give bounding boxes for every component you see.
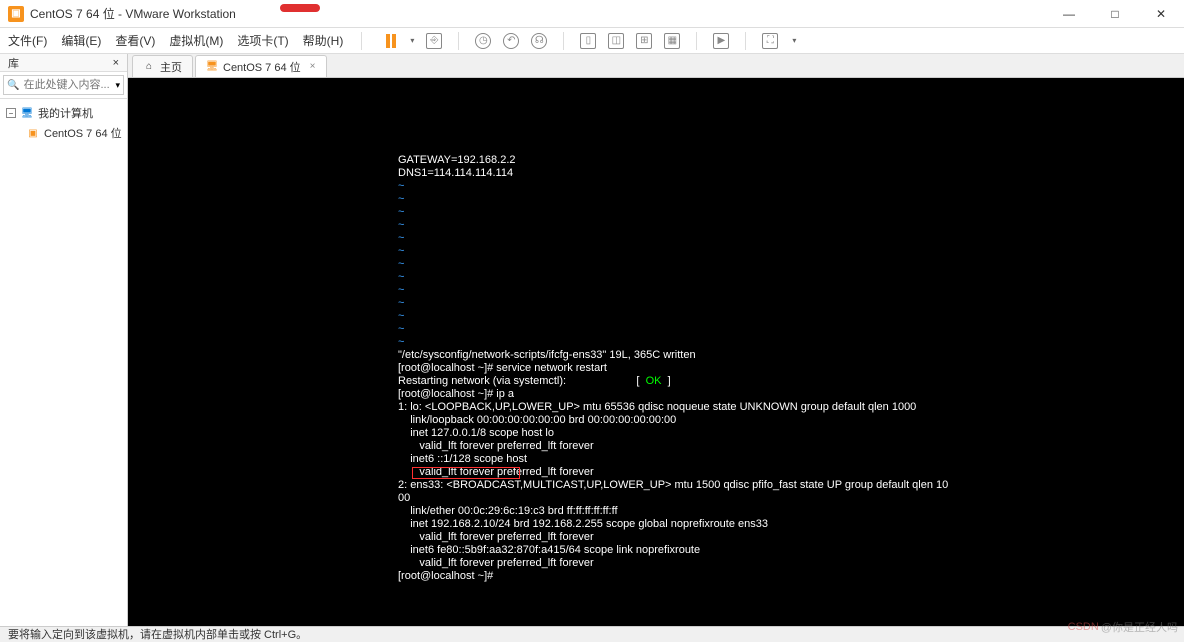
view-grid-icon[interactable]: ⊞ [636, 33, 652, 49]
app-icon: ▣ [8, 6, 24, 22]
watermark-text: @你是正经人吗 [1101, 619, 1178, 635]
computer-icon: 🖥 [20, 106, 34, 120]
search-icon: 🔍 [7, 80, 19, 91]
tab-close-icon[interactable]: × [310, 61, 316, 72]
tab-vm-centos[interactable]: 🖥 CentOS 7 64 位 × [195, 55, 327, 77]
tab-vm-label: CentOS 7 64 位 [223, 59, 301, 75]
tab-bar: ⌂ 主页 🖥 CentOS 7 64 位 × [128, 54, 1184, 78]
menu-file[interactable]: 文件(F) [8, 32, 47, 49]
vm-console[interactable]: GATEWAY=192.168.2.2 DNS1=114.114.114.114… [128, 78, 1184, 626]
highlight-inet-box [412, 467, 520, 479]
minimize-button[interactable]: — [1046, 0, 1092, 28]
watermark: CSDN @你是正经人吗 [1068, 619, 1178, 635]
window-titlebar: ▣ CentOS 7 64 位 - VMware Workstation — □… [0, 0, 1184, 28]
snapshot-revert-icon[interactable]: ↶ [503, 33, 519, 49]
separator [745, 32, 746, 50]
separator [458, 32, 459, 50]
search-dropdown-icon[interactable]: ▾ [115, 80, 120, 91]
menu-help[interactable]: 帮助(H) [303, 32, 344, 49]
send-ctrlaltdel-icon[interactable]: ⎆ [426, 33, 442, 49]
tree-root-label: 我的计算机 [38, 105, 93, 121]
window-title: CentOS 7 64 位 - VMware Workstation [30, 5, 236, 22]
tree-toggle-icon[interactable]: − [6, 108, 16, 118]
sidebar-close-icon[interactable]: × [113, 57, 119, 69]
status-text: 要将输入定向到该虚拟机，请在虚拟机内部单击或按 Ctrl+G。 [8, 626, 307, 642]
pause-button[interactable] [386, 34, 396, 48]
watermark-logo: CSDN [1068, 621, 1099, 633]
tab-home-label: 主页 [160, 59, 182, 75]
menu-view[interactable]: 查看(V) [115, 32, 155, 49]
menu-vm[interactable]: 虚拟机(M) [169, 32, 223, 49]
vm-icon: ▣ [26, 126, 40, 140]
menu-edit[interactable]: 编辑(E) [61, 32, 101, 49]
terminal-output: GATEWAY=192.168.2.2 DNS1=114.114.114.114… [398, 154, 948, 583]
separator [563, 32, 564, 50]
sidebar-title: 库 [8, 55, 19, 71]
power-dropdown[interactable]: ▾ [410, 36, 414, 45]
tree-root-my-computer[interactable]: − 🖥 我的计算机 [2, 103, 125, 123]
library-search-input[interactable] [19, 76, 115, 94]
library-sidebar: 库 × 🔍 ▾ − 🖥 我的计算机 ▣ CentOS 7 64 位 [0, 54, 128, 626]
snapshot-manager-icon[interactable]: ☊ [531, 33, 547, 49]
fullscreen-icon[interactable]: ▶ [713, 33, 729, 49]
view-unity-icon[interactable]: ▦ [664, 33, 680, 49]
library-tree: − 🖥 我的计算机 ▣ CentOS 7 64 位 [0, 99, 127, 147]
view-single-icon[interactable]: ▯ [580, 33, 596, 49]
separator [696, 32, 697, 50]
maximize-button[interactable]: □ [1092, 0, 1138, 28]
menu-tabs[interactable]: 选项卡(T) [237, 32, 288, 49]
snapshot-icon[interactable]: ◷ [475, 33, 491, 49]
workspace: 库 × 🔍 ▾ − 🖥 我的计算机 ▣ CentOS 7 64 位 [0, 54, 1184, 626]
tab-home[interactable]: ⌂ 主页 [132, 55, 193, 77]
stretch-icon[interactable]: ⛶ [762, 33, 778, 49]
main-panel: ⌂ 主页 🖥 CentOS 7 64 位 × GATEWAY=192.168.2… [128, 54, 1184, 626]
stretch-dropdown[interactable]: ▾ [792, 36, 796, 45]
menu-bar: 文件(F) 编辑(E) 查看(V) 虚拟机(M) 选项卡(T) 帮助(H) ▾ … [0, 28, 1184, 54]
status-bar: 要将输入定向到该虚拟机，请在虚拟机内部单击或按 Ctrl+G。 [0, 626, 1184, 641]
tree-vm-label: CentOS 7 64 位 [44, 125, 122, 141]
recording-indicator [280, 4, 320, 12]
vm-tab-icon: 🖥 [206, 61, 218, 73]
close-button[interactable]: ✕ [1138, 0, 1184, 28]
tree-vm-centos[interactable]: ▣ CentOS 7 64 位 [2, 123, 125, 143]
home-icon: ⌂ [143, 61, 155, 73]
separator [361, 32, 362, 50]
sidebar-header: 库 × [0, 54, 127, 72]
view-split-icon[interactable]: ◫ [608, 33, 624, 49]
